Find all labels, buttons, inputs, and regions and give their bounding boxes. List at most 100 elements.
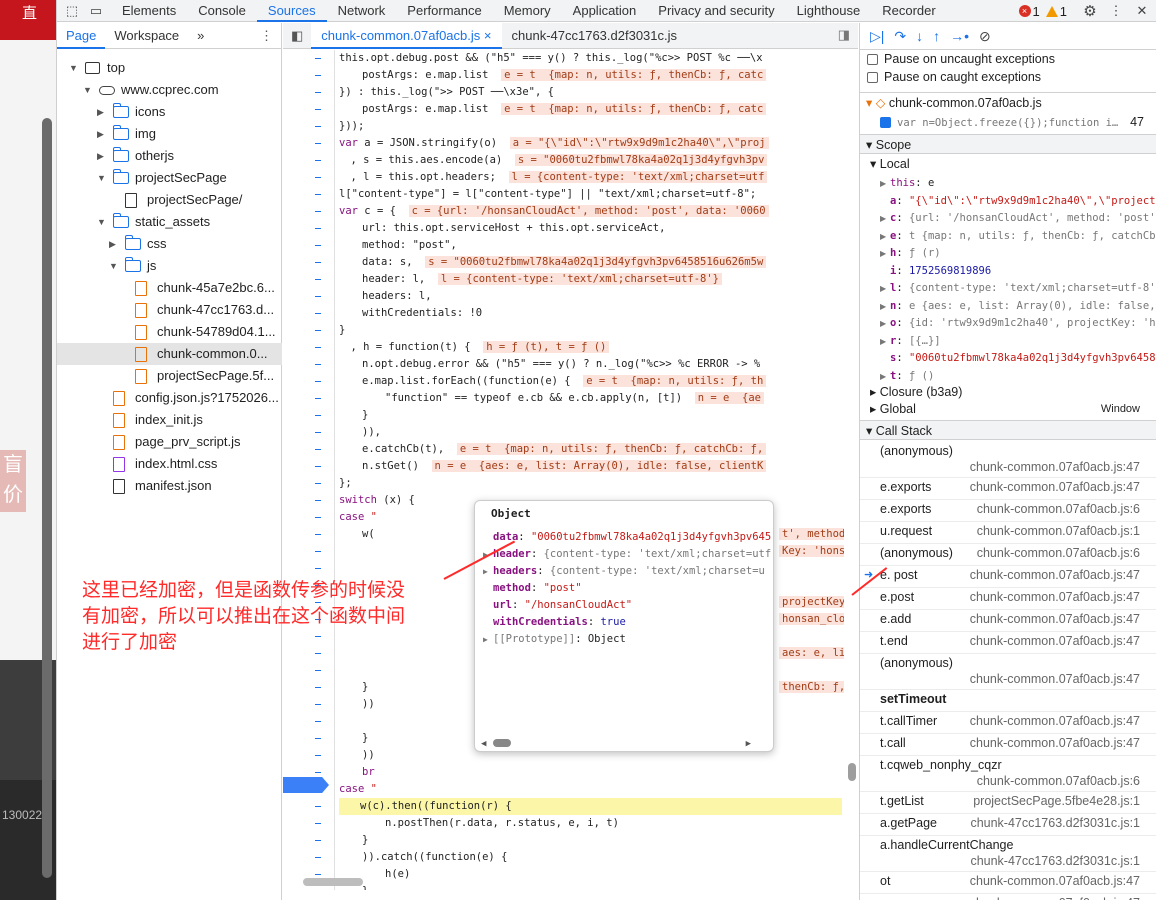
code-line[interactable]: case "	[339, 781, 377, 798]
close-icon[interactable]: ✕	[1133, 2, 1151, 20]
more-options-icon[interactable]: ⋮	[1107, 2, 1125, 20]
code-line[interactable]: , s = this.aes.encode(a) s = "0060tu2fbm…	[339, 152, 768, 169]
call-frame-location[interactable]: chunk-common.07af0acb.js:47	[970, 736, 1140, 750]
code-line[interactable]: }	[339, 832, 368, 849]
call-frame[interactable]: a.handleCurrentChange chunk-47cc1763.d2f3…	[860, 836, 1156, 872]
call-frame[interactable]: ➜ e. post chunk-common.07af0acb.js:47	[860, 566, 1156, 588]
breakpoint-marker[interactable]	[283, 777, 329, 793]
closure-scope[interactable]: ▸ Closure (b3a9)	[860, 384, 1156, 401]
code-line[interactable]: ))	[339, 747, 375, 764]
tree-item[interactable]: ▼ projectSecPage	[57, 167, 282, 189]
tab-lighthouse[interactable]: Lighthouse	[786, 0, 872, 22]
tree-item[interactable]: ▼ www.ccprec.com	[57, 79, 282, 101]
call-frame-location[interactable]: chunk-47cc1763.d2f3031c.js:1	[970, 816, 1140, 830]
error-count[interactable]: 1	[1033, 4, 1040, 19]
code-line[interactable]: }	[339, 322, 345, 339]
code-line[interactable]: w(	[339, 526, 375, 543]
collapsed-arrow-icon[interactable]: ▶	[109, 233, 119, 255]
local-scope-header[interactable]: ▾ Local	[860, 154, 1156, 174]
checkbox[interactable]	[867, 54, 878, 66]
call-frame[interactable]: a.getPage chunk-47cc1763.d2f3031c.js:1	[860, 814, 1156, 836]
scope-variable[interactable]: ▶ o: {id: 'rtw9x9d9m1c2ha40', projectKey:…	[860, 314, 1156, 332]
inspect-element-icon[interactable]: ⬚	[63, 2, 81, 20]
tree-item[interactable]: ▶ icons	[57, 101, 282, 123]
call-frame[interactable]: ot chunk-common.07af0acb.js:47	[860, 872, 1156, 894]
expand-arrow-icon[interactable]: ▶	[880, 245, 890, 263]
tree-item[interactable]: ▼ js	[57, 255, 282, 277]
step-icon[interactable]: →•	[950, 28, 969, 44]
code-line[interactable]: this.opt.debug.post && ("h5" === y() ? t…	[339, 50, 763, 67]
call-frame-location[interactable]: chunk-common.07af0acb.js:6	[977, 774, 1140, 788]
code-line[interactable]: )).catch((function(e) {	[339, 849, 507, 866]
code-line[interactable]: case "	[339, 509, 377, 526]
call-frame[interactable]: t.end chunk-common.07af0acb.js:47	[860, 632, 1156, 654]
call-frame-location[interactable]: chunk-47cc1763.d2f3031c.js:1	[970, 854, 1140, 868]
call-frame-location[interactable]: chunk-common.07af0acb.js:47	[970, 568, 1140, 582]
toggle-debugger-icon[interactable]: ◨	[838, 27, 850, 43]
collapsed-arrow-icon[interactable]: ▶	[97, 145, 107, 167]
scope-variable[interactable]: ▶ r: [{…}]	[860, 332, 1156, 350]
popover-property[interactable]: ▶header: {content-type: 'text/xml;charse…	[483, 546, 771, 562]
call-frame-location[interactable]: chunk-common.07af0acb.js:47	[970, 634, 1140, 648]
scope-variable[interactable]: i: 1752569819896	[860, 262, 1156, 280]
code-line[interactable]: header: l, l = {content-type: 'text/xml;…	[339, 271, 723, 288]
code-area[interactable]: this.opt.debug.post && ("h5" === y() ? t…	[339, 50, 844, 890]
expand-arrow-icon[interactable]: ▶	[483, 632, 493, 648]
pause-caught-option[interactable]: Pause on caught exceptions	[860, 68, 1156, 86]
code-line[interactable]: withCredentials: !0	[339, 305, 482, 322]
tab-sources[interactable]: Sources	[256, 0, 327, 22]
toggle-navigator-icon[interactable]: ◧	[291, 28, 303, 44]
code-line[interactable]: br	[339, 764, 375, 781]
tab-privacy-and-security[interactable]: Privacy and security	[647, 0, 785, 22]
call-frame[interactable]: t.callTimer chunk-common.07af0acb.js:47	[860, 712, 1156, 734]
tree-item[interactable]: ▶ css	[57, 233, 282, 255]
code-line[interactable]: n.opt.debug.error && ("h5" === y() ? n._…	[339, 356, 760, 373]
tree-item[interactable]: manifest.json	[57, 475, 282, 497]
close-tab-icon[interactable]: ×	[480, 28, 492, 43]
code-line[interactable]: "function" == typeof e.cb && e.cb.apply(…	[339, 390, 764, 407]
line-gutter[interactable]	[283, 50, 335, 890]
tree-item[interactable]: index_init.js	[57, 409, 282, 431]
editor-tab[interactable]: chunk-common.07af0acb.js ×	[311, 22, 502, 49]
tab-performance[interactable]: Performance	[396, 0, 492, 22]
warning-count[interactable]: 1	[1060, 4, 1067, 19]
step-into-icon[interactable]: ↓	[916, 28, 923, 44]
code-line[interactable]: url: this.opt.serviceHost + this.opt.ser…	[339, 220, 665, 237]
scroll-right-icon[interactable]: ▶	[746, 739, 751, 749]
tree-item[interactable]: chunk-47cc1763.d...	[57, 299, 282, 321]
tab-page[interactable]: Page	[57, 23, 106, 49]
expanded-arrow-icon[interactable]: ▼	[69, 57, 79, 79]
code-line[interactable]: method: "post",	[339, 237, 457, 254]
call-frame[interactable]: (anonymous) chunk-common.07af0acb.js:47	[860, 654, 1156, 690]
call-frame-location[interactable]: projectSecPage.5fbe4e28.js:1	[973, 794, 1140, 808]
tab-recorder[interactable]: Recorder	[871, 0, 946, 22]
expand-arrow-icon[interactable]: ▶	[880, 368, 890, 386]
expand-arrow-icon[interactable]: ▶	[880, 333, 890, 351]
expand-arrow-icon[interactable]: ▶	[880, 228, 890, 246]
code-line[interactable]: }	[339, 679, 368, 696]
tree-item[interactable]: projectSecPage.5f...	[57, 365, 282, 387]
code-line[interactable]: w(c).then((function(r) {	[339, 798, 842, 815]
call-frame-location[interactable]: chunk-common.07af0acb.js:47	[970, 612, 1140, 626]
call-frame-location[interactable]: chunk-common.07af0acb.js:47	[970, 480, 1140, 494]
editor-vertical-scrollbar[interactable]	[848, 763, 856, 781]
code-line[interactable]: )),	[339, 424, 381, 441]
gear-icon[interactable]: ⚙	[1081, 2, 1099, 20]
scope-variable[interactable]: s: "0060tu2fbmwl78ka4a02q1j3d4yfgvh3pv64…	[860, 349, 1156, 367]
step-out-icon[interactable]: ↑	[933, 28, 940, 44]
call-frame[interactable]: t.call chunk-common.07af0acb.js:47	[860, 734, 1156, 756]
expand-arrow-icon[interactable]: ▶	[880, 280, 890, 298]
code-line[interactable]: ))	[339, 696, 375, 713]
breakpoint-file[interactable]: ▾ ◇ chunk-common.07af0acb.js	[860, 92, 1156, 112]
call-frame[interactable]: e.exports chunk-common.07af0acb.js:6	[860, 500, 1156, 522]
tree-item[interactable]: ▶ img	[57, 123, 282, 145]
page-scrollbar[interactable]	[42, 118, 52, 878]
tab-elements[interactable]: Elements	[111, 0, 187, 22]
resume-icon[interactable]: ▷|	[870, 28, 884, 45]
warning-icon[interactable]	[1045, 5, 1058, 17]
call-frame[interactable]: e.add chunk-common.07af0acb.js:47	[860, 610, 1156, 632]
call-frame-location[interactable]: chunk-common.07af0acb.js:6	[977, 502, 1140, 516]
expanded-arrow-icon[interactable]: ▼	[109, 255, 119, 277]
code-line[interactable]: var a = JSON.stringify(o) a = "{\"id\":\…	[339, 135, 769, 152]
call-frame[interactable]: u.request chunk-common.07af0acb.js:1	[860, 522, 1156, 544]
